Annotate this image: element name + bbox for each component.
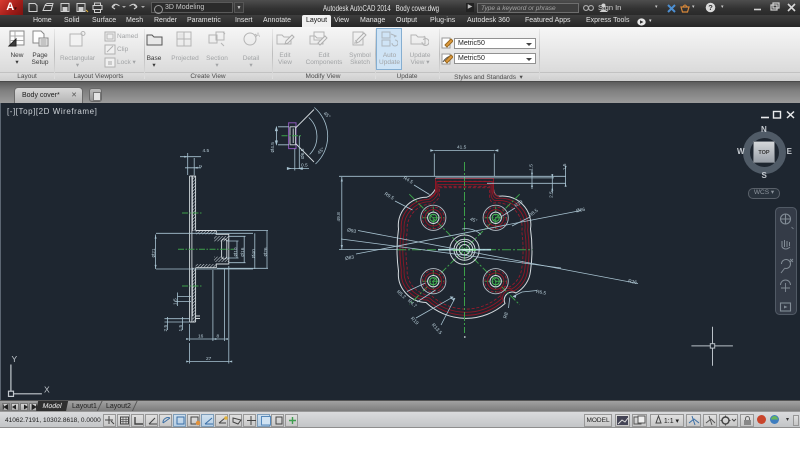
svg-text:8: 8 [217,334,220,340]
svg-text:Ø26: Ø26 [263,247,269,256]
svg-text:16: 16 [198,334,204,340]
svg-text:R6.5: R6.5 [535,289,546,297]
svg-text:27: 27 [206,356,212,362]
svg-text:Ø40: Ø40 [251,249,257,258]
svg-text:Ø16: Ø16 [240,247,246,256]
svg-text:?: ? [708,3,713,12]
svg-text:4.5: 4.5 [203,148,210,154]
svg-text:49.8: 49.8 [336,212,342,222]
svg-text:2: 2 [198,165,204,168]
svg-text:X: X [44,385,50,395]
svg-text:R19: R19 [514,199,525,209]
svg-text:R4.7: R4.7 [406,298,418,309]
svg-text:R8.5: R8.5 [528,208,540,219]
svg-text:R19: R19 [409,316,420,327]
svg-text:2.5: 2.5 [163,324,169,331]
svg-text:R9.5: R9.5 [383,191,395,202]
svg-text:2.5: 2.5 [548,191,554,198]
svg-text:R5.2: R5.2 [395,289,407,300]
svg-text:R26: R26 [627,278,637,286]
svg-text:Ø10: Ø10 [233,247,239,256]
svg-text:1.5: 1.5 [562,163,568,170]
svg-text:Ø6.5: Ø6.5 [300,148,306,159]
svg-text:Ø4.5: Ø4.5 [270,142,276,153]
svg-text:Y: Y [12,354,18,364]
svg-text:1.5: 1.5 [528,164,534,171]
svg-text:R8: R8 [503,311,510,319]
svg-text:A: A [256,33,260,39]
svg-text:Ø83: Ø83 [345,254,355,262]
svg-text:Ø93: Ø93 [346,227,356,235]
svg-text:1.5: 1.5 [173,298,179,305]
svg-text:45°: 45° [317,147,326,156]
svg-text:R4.5: R4.5 [402,175,414,186]
svg-text:1.5: 1.5 [178,324,184,331]
svg-text:0.5: 0.5 [301,163,308,169]
svg-text:41.5: 41.5 [457,145,467,151]
svg-text:45°: 45° [469,216,478,224]
svg-text:Ø21: Ø21 [151,248,157,257]
svg-text:Ø66: Ø66 [576,207,586,215]
